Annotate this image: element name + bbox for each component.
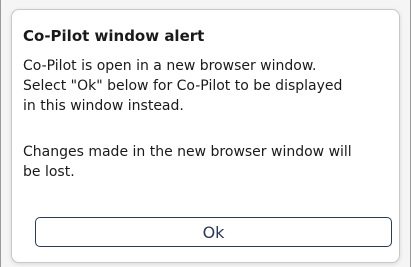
message-line: Co-Pilot is open in a new browser window… [23, 58, 317, 74]
dialog-title: Co-Pilot window alert [23, 27, 205, 45]
message-line: in this window instead. [23, 98, 184, 114]
dialog-message: Co-Pilot is open in a new browser window… [23, 56, 383, 116]
warning-line: be lost. [23, 164, 75, 180]
dialog-warning: Changes made in the new browser window w… [23, 142, 383, 182]
message-line: Select "Ok" below for Co-Pilot to be dis… [23, 78, 343, 94]
ok-button[interactable]: Ok [35, 217, 392, 247]
warning-line: Changes made in the new browser window w… [23, 144, 352, 160]
